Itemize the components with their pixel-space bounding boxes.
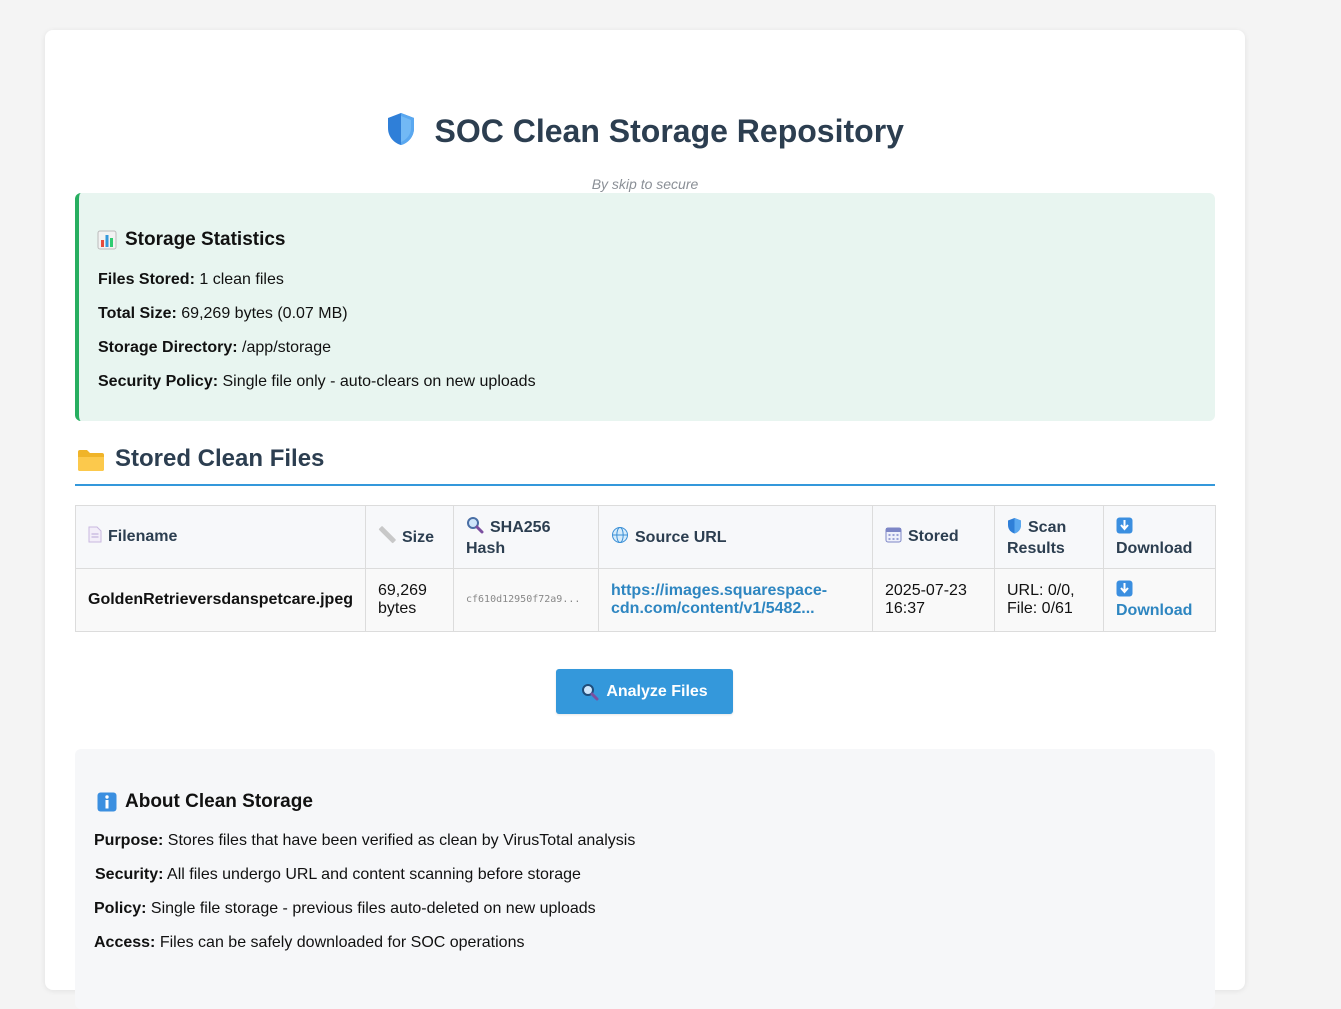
cell-hash: cf610d12950f72a9... xyxy=(453,568,599,632)
table-row: GoldenRetrieversdanspetcare.jpeg 69,269 … xyxy=(75,568,1216,632)
about-value: Single file storage - previous files aut… xyxy=(150,900,596,917)
magnifier-icon xyxy=(581,683,599,701)
download-arrow-icon xyxy=(1116,580,1133,602)
column-label: Stored xyxy=(908,528,959,545)
column-label: Filename xyxy=(108,528,178,545)
about-purpose: Purpose: Stores files that have been ver… xyxy=(94,832,635,850)
about-value: Stores files that have been verified as … xyxy=(167,832,636,849)
ruler-icon xyxy=(378,525,396,549)
about-heading: About Clean Storage xyxy=(97,791,313,813)
page-header: SOC Clean Storage Repository xyxy=(45,112,1245,156)
storage-statistics-panel: Storage Statistics Files Stored: 1 clean… xyxy=(75,193,1215,421)
column-download: Download xyxy=(1103,505,1216,569)
stored-files-heading: Stored Clean Files xyxy=(75,444,1215,486)
stat-total-size: Total Size: 69,269 bytes (0.07 MB) xyxy=(98,305,348,323)
about-label: Access: xyxy=(94,934,156,951)
cell-size: 69,269 bytes xyxy=(365,568,454,632)
stat-files-stored: Files Stored: 1 clean files xyxy=(98,271,284,289)
about-security: Security: All files undergo URL and cont… xyxy=(95,866,581,884)
analyze-files-button[interactable]: Analyze Files xyxy=(556,669,733,714)
about-value: Files can be safely downloaded for SOC o… xyxy=(159,934,525,951)
column-label: Source URL xyxy=(635,528,727,546)
about-heading-label: About Clean Storage xyxy=(125,791,313,812)
cell-scan-results: URL: 0/0, File: 0/61 xyxy=(994,568,1104,632)
stats-heading: Storage Statistics xyxy=(97,229,286,251)
shield-icon xyxy=(1007,517,1022,539)
bar-chart-icon xyxy=(97,230,117,250)
cell-filename: GoldenRetrieversdanspetcare.jpeg xyxy=(75,568,366,632)
magnifier-icon xyxy=(466,516,484,539)
column-size: Size xyxy=(365,505,454,569)
stat-value: /app/storage xyxy=(242,339,331,356)
cell-download: Download xyxy=(1103,568,1216,632)
column-label: Download xyxy=(1116,539,1193,557)
stat-value: 1 clean files xyxy=(199,271,284,288)
stats-heading-label: Storage Statistics xyxy=(125,229,286,250)
download-link[interactable]: Download xyxy=(1116,580,1193,619)
column-scan-results: Scan Results xyxy=(994,505,1104,569)
page-title: SOC Clean Storage Repository xyxy=(434,113,904,149)
stored-files-title: Stored Clean Files xyxy=(115,445,325,472)
document-icon xyxy=(88,526,102,548)
info-icon xyxy=(97,792,117,812)
stored-files-table: Filename Size SHA256 Hash Source URL Sto… xyxy=(75,505,1216,632)
about-label: Purpose: xyxy=(94,832,164,849)
about-policy: Policy: Single file storage - previous f… xyxy=(94,900,596,918)
shield-icon xyxy=(386,112,416,151)
folder-icon xyxy=(77,448,105,477)
cell-source-url: https://images.squarespace-cdn.com/conte… xyxy=(598,568,873,632)
stat-value: 69,269 bytes (0.07 MB) xyxy=(181,305,348,322)
download-label: Download xyxy=(1116,602,1193,619)
stat-security-policy: Security Policy: Single file only - auto… xyxy=(98,373,536,391)
stat-label: Storage Directory: xyxy=(98,339,238,356)
byline: By skip to secure xyxy=(591,176,699,192)
about-label: Security: xyxy=(95,866,164,883)
stat-label: Total Size: xyxy=(98,305,177,322)
column-hash: SHA256 Hash xyxy=(453,505,599,569)
column-stored: Stored xyxy=(872,505,995,569)
stat-label: Security Policy: xyxy=(98,373,219,390)
column-source-url: Source URL xyxy=(598,505,873,569)
cell-stored: 2025-07-23 16:37 xyxy=(872,568,995,632)
column-filename: Filename xyxy=(75,505,366,569)
about-value: All files undergo URL and content scanni… xyxy=(167,866,581,883)
analyze-files-label: Analyze Files xyxy=(606,682,708,700)
calendar-icon xyxy=(885,526,902,548)
about-panel: About Clean Storage Purpose: Stores file… xyxy=(75,749,1215,1009)
download-arrow-icon xyxy=(1116,517,1133,539)
main-card: SOC Clean Storage Repository By skip to … xyxy=(45,30,1245,1009)
about-access: Access: Files can be safely downloaded f… xyxy=(94,934,524,952)
stat-label: Files Stored: xyxy=(98,271,195,288)
column-label: Size xyxy=(402,528,435,546)
source-url-link[interactable]: https://images.squarespace-cdn.com/conte… xyxy=(611,582,827,617)
globe-icon xyxy=(611,526,629,549)
stat-storage-directory: Storage Directory: /app/storage xyxy=(98,339,331,357)
about-label: Policy: xyxy=(94,900,147,917)
table-header-row: Filename Size SHA256 Hash Source URL Sto… xyxy=(75,505,1216,569)
stat-value: Single file only - auto-clears on new up… xyxy=(222,373,536,390)
